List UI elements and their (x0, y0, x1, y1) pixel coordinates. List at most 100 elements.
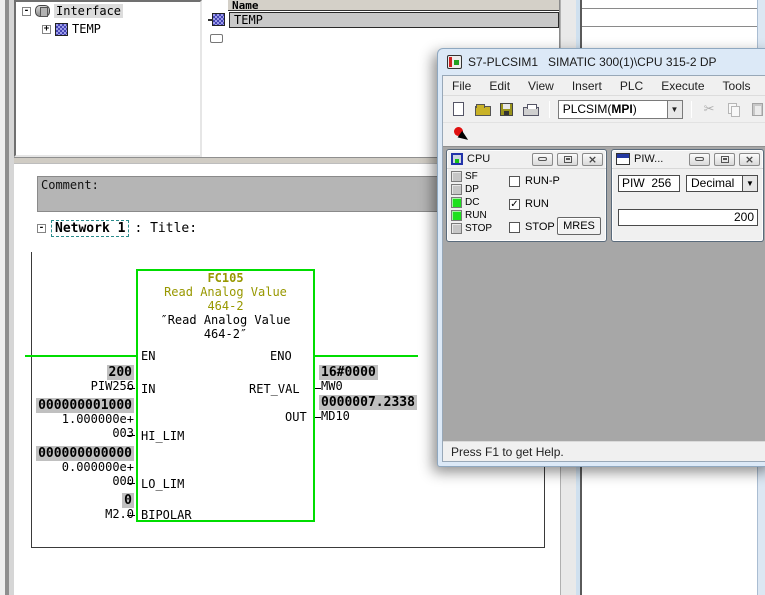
minimize-icon (538, 157, 547, 161)
led-sf: SF (451, 171, 478, 182)
operand-out[interactable]: MD10 (321, 410, 350, 423)
menu-plc[interactable]: PLC (611, 79, 652, 93)
block-number: FC105 (136, 271, 315, 285)
restore-button[interactable] (557, 153, 578, 166)
new-document-icon (453, 102, 464, 116)
led-indicator (451, 197, 462, 208)
connector (315, 417, 321, 418)
close-button[interactable]: × (582, 153, 603, 166)
operand-bipolar[interactable]: M2.0 (32, 508, 134, 521)
monitor-value-lo-lim: 000000000000 (32, 447, 134, 460)
plcsim-app-icon[interactable] (447, 55, 462, 69)
connector (127, 515, 135, 516)
menu-execute[interactable]: Execute (652, 79, 713, 93)
cut-button[interactable]: ✂ (700, 100, 719, 119)
checkbox-run-p[interactable]: RUN-P (509, 175, 560, 187)
temp-section-icon (55, 23, 68, 36)
menu-window[interactable]: Window (760, 79, 765, 93)
table-row-temp[interactable]: TEMP (229, 12, 559, 28)
save-floppy-icon (500, 103, 513, 116)
secondary-toolbar (443, 122, 765, 146)
tree-item-temp[interactable]: + TEMP (42, 22, 101, 36)
close-icon: × (588, 154, 597, 165)
pin-out: OUT (285, 410, 307, 424)
copy-button[interactable] (724, 100, 743, 119)
menu-view[interactable]: View (519, 79, 563, 93)
block-symbol-line2: 464-2″ (136, 327, 315, 341)
checkbox[interactable] (509, 176, 520, 187)
menu-insert[interactable]: Insert (563, 79, 611, 93)
block-header: FC105 Read Analog Value 464-2 ″Read Anal… (136, 271, 315, 341)
print-button[interactable] (522, 100, 541, 119)
title-bar[interactable]: S7-PLCSIM1 SIMATIC 300(1)\CPU 315-2 DP (438, 49, 765, 75)
save-button[interactable] (497, 100, 516, 119)
row-divider (582, 26, 757, 27)
restore-icon (564, 156, 572, 163)
address-input[interactable]: PIW 256 (618, 175, 680, 192)
new-button[interactable] (449, 100, 468, 119)
monitor-value-ret-val: 16#0000 (319, 366, 378, 379)
open-button[interactable] (473, 100, 492, 119)
status-bar: Press F1 to get Help. (443, 441, 765, 461)
power-rail-left (25, 355, 137, 357)
column-header-name[interactable]: Name (228, 0, 559, 11)
operand-hi-lim-line1[interactable]: 1.000000e+ (32, 413, 134, 426)
power-rail-right (315, 355, 418, 357)
collapse-icon[interactable]: - (37, 224, 46, 233)
variable-window-icon (616, 153, 630, 165)
chevron-down-icon[interactable]: ▼ (742, 176, 757, 191)
piw-title-bar[interactable]: PIW... × (612, 150, 763, 169)
menu-file[interactable]: File (443, 79, 480, 93)
block-symbol-line1: ″Read Analog Value (136, 313, 315, 327)
toolbar-separator (549, 101, 550, 118)
network-title-suffix: : Title: (134, 221, 197, 236)
toolbar-separator (691, 101, 692, 118)
menu-edit[interactable]: Edit (480, 79, 519, 93)
restore-button[interactable] (714, 153, 735, 166)
operand-lo-lim-line2[interactable]: 000 (32, 475, 134, 488)
power-cursor-icon (453, 127, 470, 143)
checkbox-checked[interactable]: ✓ (509, 199, 520, 210)
network-interface-combo[interactable]: PLCSIM(MPI) ▼ (558, 100, 683, 119)
paste-button[interactable] (748, 100, 765, 119)
menu-bar: File Edit View Insert PLC Execute Tools … (443, 76, 765, 96)
power-toggle-button[interactable] (451, 125, 471, 144)
checkbox[interactable] (509, 222, 520, 233)
monitor-value-bipolar: 0 (32, 494, 134, 507)
network-header: - Network 1 : Title: (37, 220, 197, 237)
pin-eno: ENO (270, 349, 292, 363)
cpu-subwindow: CPU × SF DP DC (446, 149, 607, 242)
checkbox-stop[interactable]: STOP (509, 221, 555, 233)
plcsim-window: S7-PLCSIM1 SIMATIC 300(1)\CPU 315-2 DP F… (437, 48, 765, 467)
minimize-button[interactable] (532, 153, 553, 166)
operand-in[interactable]: PIW256 (32, 380, 134, 393)
connector (127, 435, 135, 436)
operand-hi-lim-line2[interactable]: 003 (32, 427, 134, 440)
checkbox-run[interactable]: ✓ RUN (509, 198, 549, 210)
connector (127, 388, 135, 389)
format-combo[interactable]: Decimal ▼ (686, 175, 758, 192)
mres-button[interactable]: MRES (557, 217, 601, 235)
row-divider (582, 8, 757, 9)
tree-item-interface[interactable]: - Interface (22, 4, 123, 18)
tree-item-label[interactable]: Interface (54, 4, 123, 18)
pin-en: EN (141, 349, 155, 363)
close-button[interactable]: × (739, 153, 760, 166)
menu-tools[interactable]: Tools (714, 79, 760, 93)
cpu-title-bar[interactable]: CPU × (447, 150, 606, 169)
minimize-button[interactable] (689, 153, 710, 166)
chevron-down-icon[interactable]: ▼ (667, 101, 682, 118)
operand-lo-lim-line1[interactable]: 0.000000e+ (32, 461, 134, 474)
value-input[interactable]: 200 (618, 209, 758, 226)
pin-ret-val: RET_VAL (249, 382, 300, 396)
operand-ret-val[interactable]: MW0 (321, 380, 343, 393)
expand-icon[interactable]: + (42, 25, 51, 34)
connector (315, 388, 321, 389)
tree-item-label[interactable]: TEMP (72, 22, 101, 36)
scissors-icon: ✂ (704, 102, 715, 117)
close-icon: × (745, 154, 754, 165)
pin-in: IN (141, 382, 155, 396)
copy-icon (728, 103, 739, 115)
network-label[interactable]: Network 1 (51, 220, 129, 237)
collapse-icon[interactable]: - (22, 7, 31, 16)
